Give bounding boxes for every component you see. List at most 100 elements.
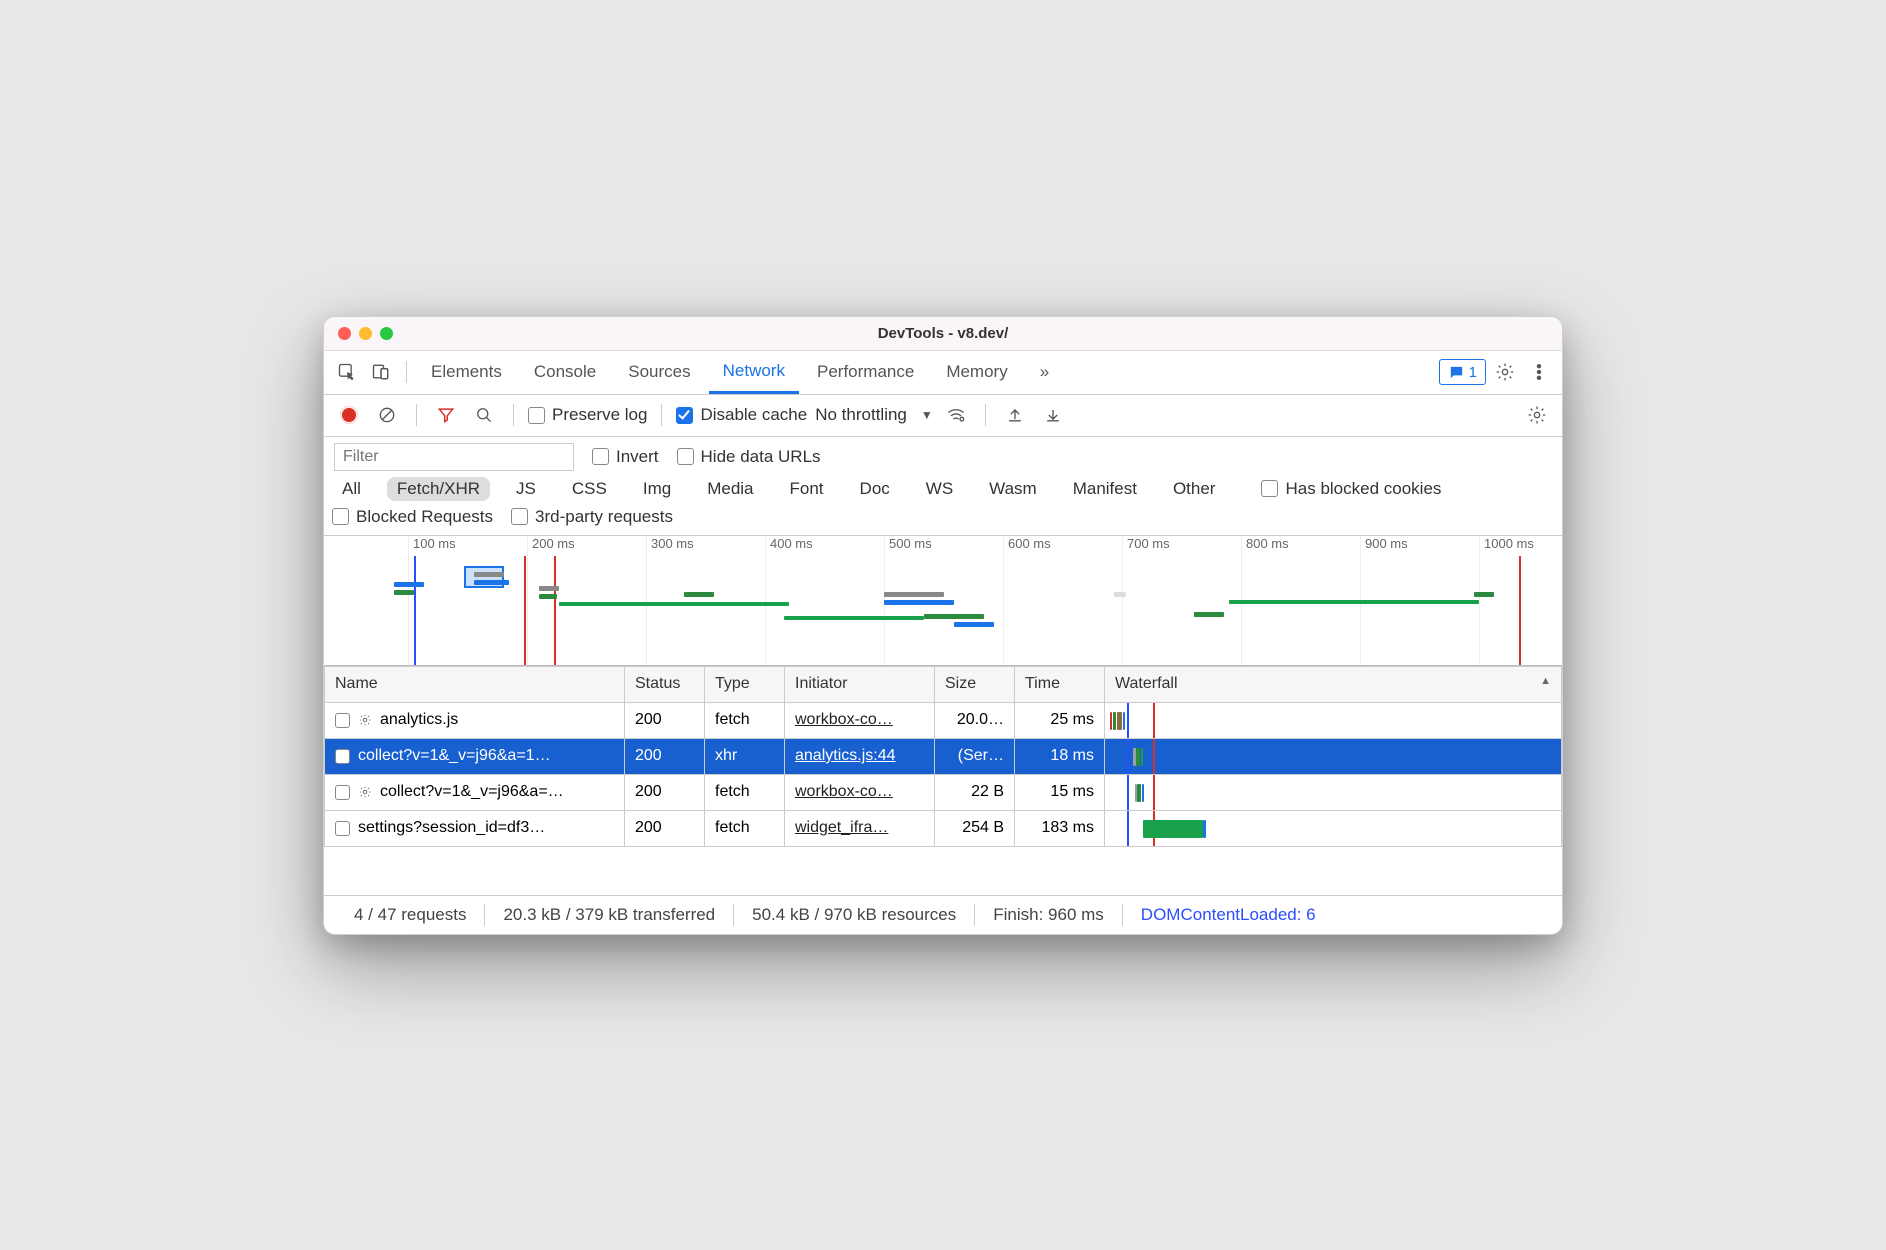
- filter-funnel-icon[interactable]: [431, 400, 461, 430]
- load-marker: [524, 556, 526, 665]
- initiator-link[interactable]: workbox-co…: [795, 711, 893, 728]
- gear-icon: [358, 713, 372, 727]
- tab-memory[interactable]: Memory: [932, 351, 1021, 394]
- overview-bar: [394, 582, 424, 587]
- type-filter-doc[interactable]: Doc: [850, 477, 900, 501]
- status-transferred: 20.3 kB / 379 kB transferred: [485, 905, 733, 925]
- row-checkbox[interactable]: [335, 785, 350, 800]
- third-party-checkbox[interactable]: 3rd-party requests: [511, 507, 673, 527]
- has-blocked-cookies-checkbox[interactable]: Has blocked cookies: [1261, 479, 1441, 499]
- marker: [1519, 556, 1521, 665]
- preserve-log-checkbox[interactable]: Preserve log: [528, 405, 647, 425]
- window-minimize-button[interactable]: [359, 327, 372, 340]
- col-type-header[interactable]: Type: [705, 666, 785, 702]
- col-size-header[interactable]: Size: [935, 666, 1015, 702]
- type-filter-all[interactable]: All: [332, 477, 371, 501]
- separator: [416, 404, 417, 426]
- download-har-icon[interactable]: [1038, 400, 1068, 430]
- tab-performance[interactable]: Performance: [803, 351, 928, 394]
- disable-cache-label: Disable cache: [700, 405, 807, 425]
- request-name: analytics.js: [380, 711, 458, 729]
- tab-console[interactable]: Console: [520, 351, 610, 394]
- request-name: collect?v=1&_v=j96&a=…: [380, 783, 564, 801]
- tab-sources[interactable]: Sources: [614, 351, 704, 394]
- table-row[interactable]: analytics.js200fetchworkbox-co…20.0…25 m…: [325, 702, 1562, 738]
- type-filter-font[interactable]: Font: [780, 477, 834, 501]
- window-maximize-button[interactable]: [380, 327, 393, 340]
- tab-network[interactable]: Network: [709, 351, 799, 394]
- overview-bar: [474, 572, 504, 577]
- separator: [985, 404, 986, 426]
- window-title: DevTools - v8.dev/: [324, 325, 1562, 342]
- clear-icon[interactable]: [372, 400, 402, 430]
- request-name: collect?v=1&_v=j96&a=1…: [358, 747, 551, 765]
- timeline-tick: 1000 ms: [1479, 536, 1480, 665]
- type-filter-manifest[interactable]: Manifest: [1063, 477, 1147, 501]
- filter-row: Invert Hide data URLs: [324, 437, 1562, 477]
- network-settings-gear-icon[interactable]: [1522, 400, 1552, 430]
- chevron-down-icon: ▼: [921, 408, 933, 422]
- col-name-header[interactable]: Name: [325, 666, 625, 702]
- row-checkbox[interactable]: [335, 713, 350, 728]
- third-party-label: 3rd-party requests: [535, 507, 673, 527]
- overview-bar: [474, 580, 509, 585]
- initiator-link[interactable]: widget_ifra…: [795, 819, 888, 836]
- col-initiator-header[interactable]: Initiator: [785, 666, 935, 702]
- overview-bar: [884, 592, 944, 597]
- settings-gear-icon[interactable]: [1490, 357, 1520, 387]
- type-filter-js[interactable]: JS: [506, 477, 546, 501]
- invert-label: Invert: [616, 447, 659, 467]
- table-row[interactable]: collect?v=1&_v=j96&a=…200fetchworkbox-co…: [325, 774, 1562, 810]
- timeline-tick: 300 ms: [646, 536, 647, 665]
- window-close-button[interactable]: [338, 327, 351, 340]
- col-status-header[interactable]: Status: [625, 666, 705, 702]
- tab-elements[interactable]: Elements: [417, 351, 516, 394]
- issues-badge[interactable]: 1: [1439, 359, 1486, 385]
- timeline-overview[interactable]: 100 ms200 ms300 ms400 ms500 ms600 ms700 …: [324, 536, 1562, 666]
- blocked-requests-checkbox[interactable]: Blocked Requests: [332, 507, 493, 527]
- initiator-link[interactable]: workbox-co…: [795, 783, 893, 800]
- type-filter-other[interactable]: Other: [1163, 477, 1226, 501]
- type-filter-bar: All Fetch/XHR JS CSS Img Media Font Doc WS Wasm Ma…: [324, 477, 1562, 536]
- row-checkbox[interactable]: [335, 821, 350, 836]
- network-conditions-icon[interactable]: [941, 400, 971, 430]
- col-time-header[interactable]: Time: [1015, 666, 1105, 702]
- tabs-overflow-button[interactable]: »: [1026, 351, 1063, 394]
- preserve-log-label: Preserve log: [552, 405, 647, 425]
- type-filter-wasm[interactable]: Wasm: [979, 477, 1047, 501]
- throttling-select[interactable]: No throttling ▼: [815, 405, 933, 425]
- kebab-menu-icon[interactable]: [1524, 357, 1554, 387]
- inspect-icon[interactable]: [332, 357, 362, 387]
- initiator-link[interactable]: analytics.js:44: [795, 747, 896, 764]
- filter-input[interactable]: [334, 443, 574, 471]
- type-filter-ws[interactable]: WS: [916, 477, 963, 501]
- upload-har-icon[interactable]: [1000, 400, 1030, 430]
- hide-data-urls-checkbox[interactable]: Hide data URLs: [677, 447, 821, 467]
- type-filter-media[interactable]: Media: [697, 477, 763, 501]
- overview-bar: [954, 622, 994, 627]
- status-requests: 4 / 47 requests: [336, 905, 484, 925]
- type-filter-img[interactable]: Img: [633, 477, 681, 501]
- status-finish: Finish: 960 ms: [975, 905, 1122, 925]
- throttling-value: No throttling: [815, 405, 907, 425]
- overview-bar: [539, 586, 559, 591]
- overview-bar: [1229, 600, 1479, 604]
- hide-data-urls-label: Hide data URLs: [701, 447, 821, 467]
- request-table: Name Status Type Initiator Size Time Wat…: [324, 666, 1562, 896]
- type-filter-css[interactable]: CSS: [562, 477, 617, 501]
- table-row[interactable]: settings?session_id=df3…200fetchwidget_i…: [325, 810, 1562, 846]
- device-toggle-icon[interactable]: [366, 357, 396, 387]
- record-button[interactable]: [334, 400, 364, 430]
- main-tab-bar: ElementsConsoleSourcesNetworkPerformance…: [324, 351, 1562, 395]
- row-checkbox[interactable]: [335, 749, 350, 764]
- status-resources: 50.4 kB / 970 kB resources: [734, 905, 974, 925]
- table-row[interactable]: collect?v=1&_v=j96&a=1…200xhranalytics.j…: [325, 738, 1562, 774]
- disable-cache-checkbox[interactable]: Disable cache: [676, 405, 807, 425]
- separator: [513, 404, 514, 426]
- timeline-tick: 600 ms: [1003, 536, 1004, 665]
- invert-checkbox[interactable]: Invert: [592, 447, 659, 467]
- col-waterfall-header[interactable]: Waterfall: [1105, 666, 1562, 702]
- type-filter-fetchxhr[interactable]: Fetch/XHR: [387, 477, 490, 501]
- network-toolbar: Preserve log Disable cache No throttling…: [324, 395, 1562, 437]
- search-icon[interactable]: [469, 400, 499, 430]
